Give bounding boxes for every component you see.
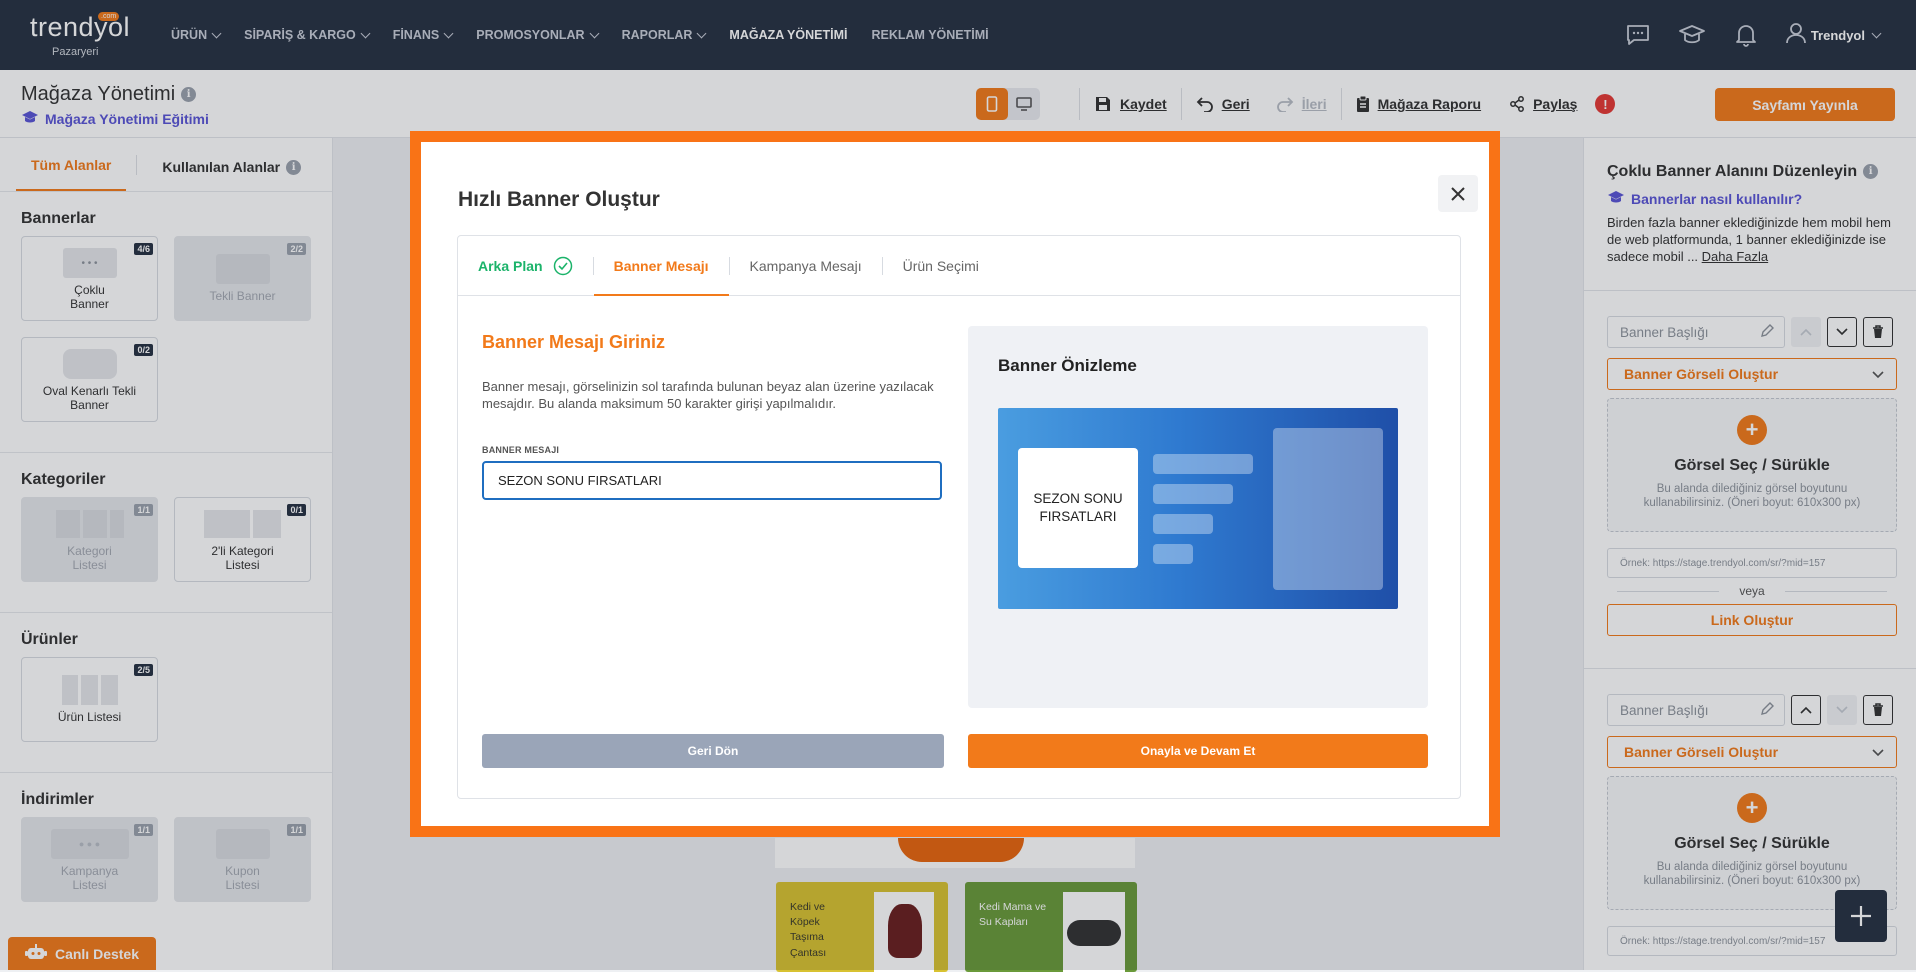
step-product-selection[interactable]: Ürün Seçimi [883,236,999,295]
step-background[interactable]: Arka Plan [478,236,593,295]
message-form: Banner Mesajı Giriniz Banner mesajı, gör… [482,332,942,500]
preview-placeholder-bar [1153,514,1213,534]
modal-title: Hızlı Banner Oluştur [458,188,660,211]
back-button[interactable]: Geri Dön [482,734,944,768]
quick-banner-modal: Hızlı Banner Oluştur Arka Plan Banner Me… [410,131,1500,837]
preview-placeholder-bar [1153,544,1193,564]
field-label: BANNER MESAJI [482,444,560,455]
banner-message-input[interactable] [482,460,942,500]
wizard-steps: Arka Plan Banner Mesajı Kampanya Mesajı … [458,236,1460,296]
banner-preview-image: SEZON SONU FIRSATLARI [998,408,1398,609]
preview-placeholder-bar [1153,484,1233,504]
step-label: Arka Plan [478,257,543,274]
preview-message: SEZON SONU FIRSATLARI [1018,448,1138,568]
form-heading: Banner Mesajı Giriniz [482,332,666,352]
step-banner-message[interactable]: Banner Mesajı [593,236,729,296]
close-icon [1451,186,1465,201]
close-button[interactable] [1438,175,1478,212]
preview-image-placeholder [1273,428,1383,590]
preview-placeholder-bar [1153,454,1253,474]
confirm-continue-button[interactable]: Onayla ve Devam Et [968,734,1428,768]
wizard-panel: Arka Plan Banner Mesajı Kampanya Mesajı … [457,235,1461,799]
preview-heading: Banner Önizleme [998,356,1137,375]
check-circle-icon [553,256,572,275]
step-campaign-message[interactable]: Kampanya Mesajı [730,236,882,295]
form-description: Banner mesajı, görselinizin sol tarafınd… [482,379,934,411]
banner-preview-panel: Banner Önizleme SEZON SONU FIRSATLARI [968,326,1428,708]
